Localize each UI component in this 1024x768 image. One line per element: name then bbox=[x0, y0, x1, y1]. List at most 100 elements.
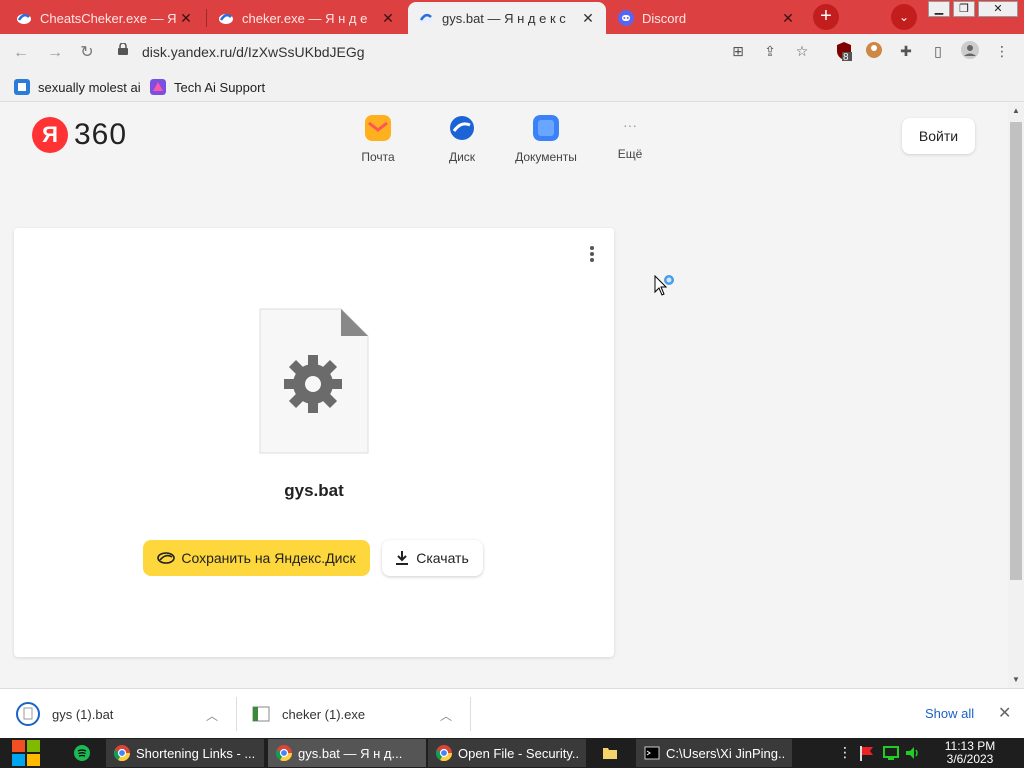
service-disk[interactable]: Диск bbox=[442, 115, 482, 164]
spotify-icon bbox=[74, 745, 90, 761]
bookmark-icon bbox=[150, 79, 166, 95]
file-card: gys.bat Сохранить на Яндекс.Диск Скачать bbox=[14, 228, 614, 657]
tab-strip: CheatsCheker.exe — Я ✕ cheker.exe — Я н … bbox=[0, 0, 1024, 34]
file-gear-icon bbox=[259, 308, 369, 454]
share-icon[interactable]: ⇪ bbox=[760, 41, 780, 61]
yandex-360-logo[interactable]: Я 360 bbox=[32, 117, 127, 153]
bookmark-item[interactable]: sexually molest ai bbox=[14, 78, 141, 96]
download-label: Скачать bbox=[416, 550, 469, 566]
close-shelf-icon[interactable]: ✕ bbox=[998, 703, 1011, 723]
network-icon[interactable] bbox=[882, 744, 900, 762]
menu-icon[interactable]: ⋮ bbox=[992, 41, 1012, 61]
busy-cursor-icon bbox=[654, 275, 674, 296]
tab-search-button[interactable]: ⌄ bbox=[891, 4, 917, 30]
clock-date: 3/6/2023 bbox=[946, 752, 994, 766]
download-shelf: gys (1).bat ︿ cheker (1).exe ︿ Show all … bbox=[0, 688, 1024, 738]
forward-button[interactable]: → bbox=[44, 42, 66, 64]
tab-title: Discord bbox=[642, 10, 687, 26]
ublock-icon[interactable]: 8 bbox=[834, 41, 854, 63]
task-label: gys.bat — Я н д... bbox=[298, 745, 403, 761]
star-icon[interactable]: ☆ bbox=[792, 41, 812, 61]
chevron-up-icon[interactable]: ︿ bbox=[440, 707, 452, 724]
volume-icon[interactable] bbox=[904, 744, 922, 762]
tab-cheker[interactable]: cheker.exe — Я н д е ✕ bbox=[208, 2, 406, 34]
url-text[interactable]: disk.yandex.ru/d/IzXwSsUKbdJEGg bbox=[142, 44, 365, 60]
documents-icon bbox=[533, 115, 559, 141]
download-progress-icon bbox=[16, 702, 40, 726]
window-close-button[interactable]: ✕ bbox=[978, 1, 1018, 17]
side-panel-icon[interactable]: ▯ bbox=[928, 41, 948, 61]
tab-gys-bat[interactable]: gys.bat — Я н д е к с ✕ bbox=[408, 2, 606, 34]
flag-icon[interactable] bbox=[858, 744, 876, 762]
taskbar-task[interactable]: Open File - Security... bbox=[428, 739, 586, 767]
taskbar-task[interactable]: C:\Users\Xi JinPing... bbox=[636, 739, 792, 767]
tab-discord[interactable]: Discord ✕ bbox=[608, 2, 806, 34]
download-item-name: gys (1).bat bbox=[52, 706, 114, 722]
chrome-icon bbox=[114, 745, 130, 761]
download-item-name: cheker (1).exe bbox=[282, 706, 366, 722]
service-label: Диск bbox=[448, 150, 476, 164]
download-icon bbox=[396, 551, 409, 565]
discord-icon bbox=[618, 10, 634, 26]
chrome-icon bbox=[436, 745, 452, 761]
chevron-up-icon[interactable]: ︿ bbox=[206, 707, 218, 724]
yandex-disk-favicon bbox=[17, 13, 31, 24]
scroll-down-arrow-icon[interactable]: ▼ bbox=[1008, 673, 1024, 687]
taskbar-task[interactable]: Shortening Links - ... bbox=[106, 739, 264, 767]
extension-avatar-icon[interactable] bbox=[864, 41, 884, 61]
shelf-divider bbox=[236, 697, 237, 731]
restore-button[interactable]: ❐ bbox=[953, 1, 975, 17]
close-icon[interactable]: ✕ bbox=[178, 10, 194, 27]
file-name: gys.bat bbox=[284, 481, 344, 500]
tab-cheatscheker[interactable]: CheatsCheker.exe — Я ✕ bbox=[6, 2, 204, 34]
taskbar-spotify[interactable] bbox=[66, 739, 98, 767]
more-dots-icon: ··· bbox=[623, 117, 637, 133]
bookmark-item[interactable]: Tech Ai Support bbox=[150, 78, 265, 96]
service-documents[interactable]: Документы bbox=[510, 115, 582, 164]
close-icon[interactable]: ✕ bbox=[780, 10, 796, 27]
save-label: Сохранить на Яндекс.Диск bbox=[181, 550, 356, 566]
taskbar-explorer[interactable] bbox=[594, 739, 630, 767]
download-item[interactable]: cheker (1).exe bbox=[252, 689, 365, 739]
tab-divider bbox=[206, 9, 207, 27]
extension-badge: 8 bbox=[843, 52, 849, 63]
scrollbar-thumb[interactable] bbox=[1010, 122, 1022, 580]
reload-button[interactable]: ↻ bbox=[76, 42, 98, 64]
service-more[interactable]: ··· Ещё bbox=[612, 115, 648, 161]
scroll-up-arrow-icon[interactable]: ▲ bbox=[1008, 104, 1024, 118]
minimize-button[interactable]: ▁ bbox=[928, 1, 950, 17]
extensions-icon[interactable]: ✚ bbox=[896, 41, 916, 61]
tray-overflow-icon[interactable]: ⋮ bbox=[838, 744, 852, 762]
page-content: Я 360 Почта Диск Документы ··· Ещё Войти bbox=[0, 103, 1008, 688]
lock-icon bbox=[118, 43, 128, 55]
task-label: Shortening Links - ... bbox=[136, 745, 256, 761]
system-clock[interactable]: 11:13 PM 3/6/2023 bbox=[930, 740, 1010, 766]
bookmark-label: Tech Ai Support bbox=[174, 79, 266, 95]
service-label: Документы bbox=[515, 150, 577, 164]
tab-title: cheker.exe — Я н д е bbox=[242, 10, 368, 26]
service-label: Почта bbox=[361, 150, 395, 164]
folder-icon bbox=[603, 748, 617, 759]
translate-icon[interactable]: ⊞ bbox=[728, 41, 748, 61]
save-to-disk-button[interactable]: Сохранить на Яндекс.Диск bbox=[143, 540, 370, 576]
download-button[interactable]: Скачать bbox=[382, 540, 483, 576]
close-icon[interactable]: ✕ bbox=[380, 10, 396, 27]
profile-icon[interactable] bbox=[960, 41, 980, 61]
service-mail[interactable]: Почта bbox=[358, 115, 398, 164]
taskbar-task-active[interactable]: gys.bat — Я н д... bbox=[268, 739, 426, 767]
disk-icon bbox=[450, 116, 474, 140]
login-button[interactable]: Войти bbox=[902, 118, 975, 154]
bookmark-icon bbox=[14, 79, 30, 95]
new-tab-button[interactable]: + bbox=[813, 4, 839, 30]
yandex-disk-favicon bbox=[219, 13, 233, 24]
download-item[interactable]: gys (1).bat bbox=[16, 689, 113, 739]
show-all-link[interactable]: Show all bbox=[925, 706, 974, 721]
exe-file-icon bbox=[252, 706, 270, 722]
logo-letter: Я bbox=[32, 117, 68, 153]
windows-start-icon[interactable] bbox=[10, 738, 43, 768]
more-options-icon[interactable] bbox=[586, 244, 598, 264]
taskbar: Shortening Links - ... gys.bat — Я н д..… bbox=[0, 738, 1024, 768]
task-label: C:\Users\Xi JinPing... bbox=[666, 745, 784, 761]
back-button[interactable]: ← bbox=[10, 42, 32, 64]
close-icon[interactable]: ✕ bbox=[580, 10, 596, 27]
